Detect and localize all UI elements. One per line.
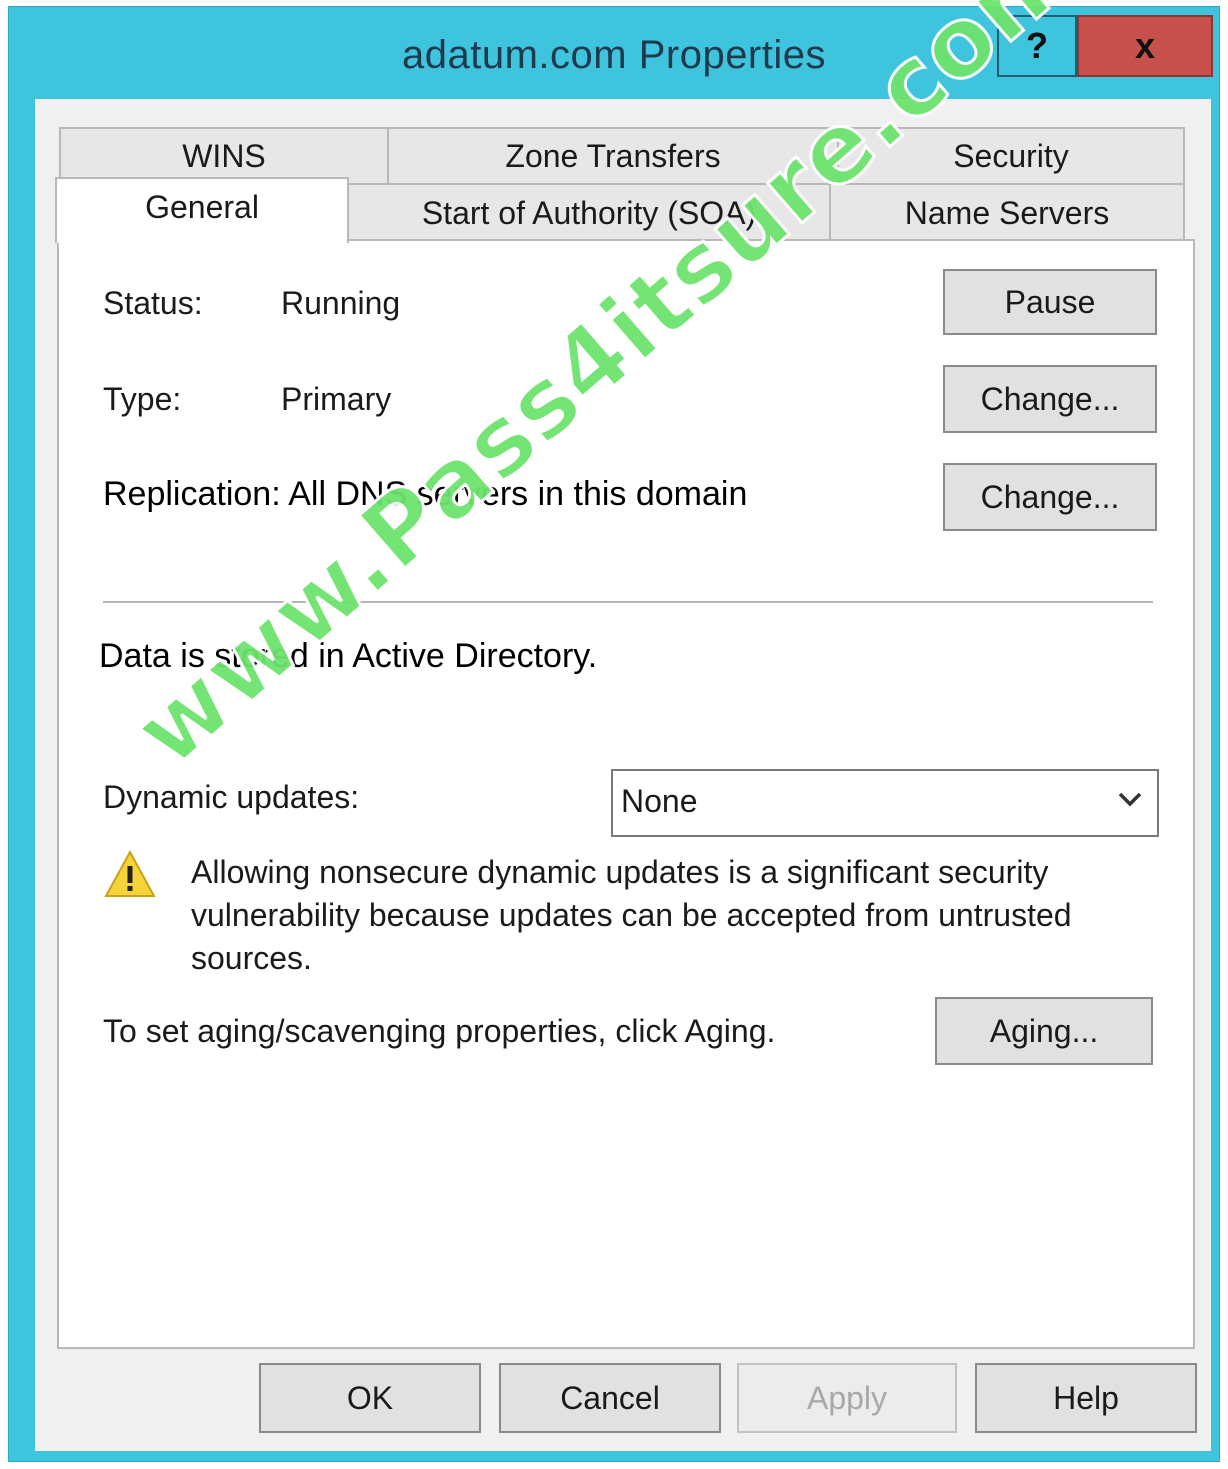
status-label: Status: — [103, 285, 203, 321]
dynamic-updates-label: Dynamic updates: — [103, 779, 360, 815]
properties-dialog: adatum.com Properties ? x WINS Zone Tran… — [8, 6, 1220, 1462]
aging-button[interactable]: Aging... — [935, 997, 1153, 1065]
tab-security[interactable]: Security — [837, 127, 1185, 183]
warning-icon — [103, 849, 157, 904]
separator — [103, 601, 1153, 603]
help-button[interactable]: Help — [975, 1363, 1197, 1433]
type-change-button[interactable]: Change... — [943, 365, 1157, 433]
cancel-button[interactable]: Cancel — [499, 1363, 721, 1433]
tab-general[interactable]: General — [55, 177, 349, 243]
dialog-client-area: WINS Zone Transfers Security Start of Au… — [35, 99, 1211, 1451]
help-title-button[interactable]: ? — [997, 15, 1077, 77]
tab-start-of-authority[interactable]: Start of Authority (SOA) — [347, 183, 831, 241]
apply-button[interactable]: Apply — [737, 1363, 957, 1433]
tab-name-servers[interactable]: Name Servers — [829, 183, 1185, 241]
tab-zone-transfers[interactable]: Zone Transfers — [387, 127, 839, 183]
type-label: Type: — [103, 381, 182, 417]
pause-button[interactable]: Pause — [943, 269, 1157, 335]
dynamic-updates-value: None — [621, 783, 698, 819]
replication-change-button[interactable]: Change... — [943, 463, 1157, 531]
status-value: Running — [281, 285, 401, 321]
aging-text: To set aging/scavenging properties, clic… — [103, 1013, 776, 1049]
tab-wins[interactable]: WINS — [59, 127, 389, 183]
dynamic-updates-select[interactable]: None — [611, 769, 1159, 837]
storage-text: Data is stored in Active Directory. — [99, 637, 598, 675]
type-value: Primary — [281, 381, 392, 417]
warning-text: Allowing nonsecure dynamic updates is a … — [191, 854, 1072, 976]
replication-text: Replication: All DNS servers in this dom… — [103, 475, 748, 513]
close-button[interactable]: x — [1077, 15, 1213, 77]
chevron-down-icon — [1117, 789, 1143, 814]
ok-button[interactable]: OK — [259, 1363, 481, 1433]
general-tab-panel: Status: Running Pause Type: Primary Chan… — [57, 239, 1195, 1349]
